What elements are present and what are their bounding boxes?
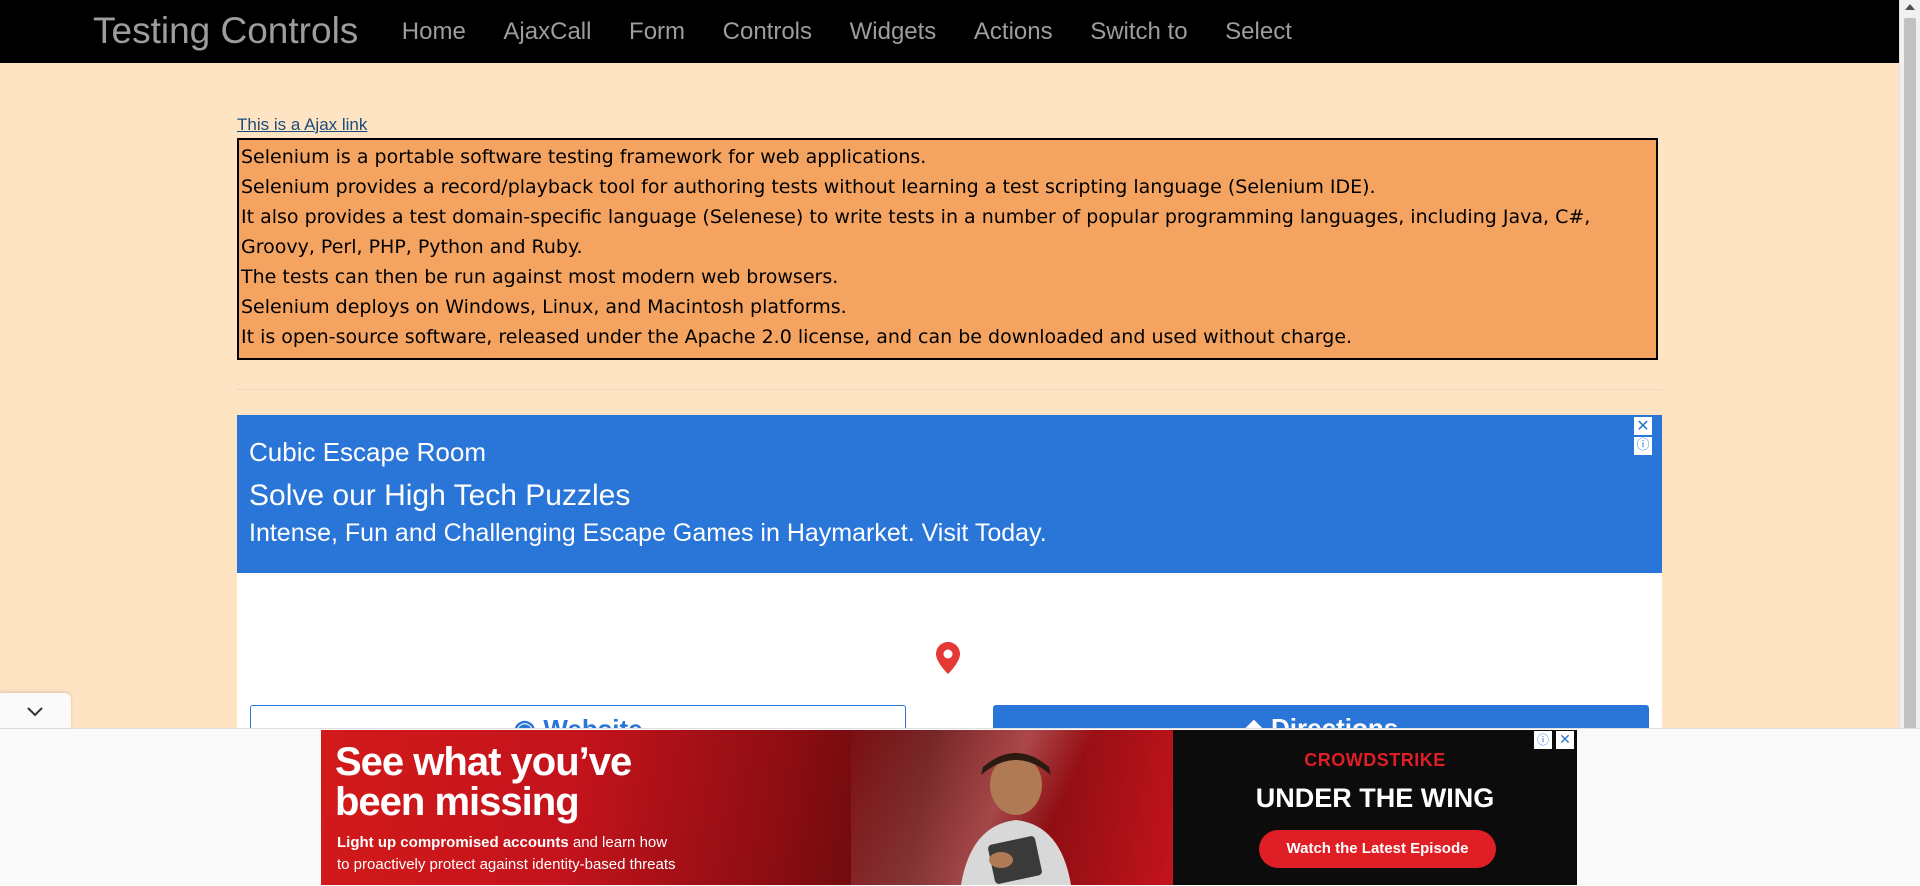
divider xyxy=(237,389,1662,390)
ad-info-icon[interactable]: ⓘ xyxy=(1634,437,1652,455)
selenium-text-line: Groovy, Perl, PHP, Python and Ruby. xyxy=(241,236,583,258)
banner-subtext-rest: and learn how xyxy=(568,834,668,851)
selenium-text-line: Selenium provides a record/playback tool… xyxy=(241,176,1376,198)
nav-link-switch-to[interactable]: Switch to xyxy=(1071,18,1206,46)
selenium-text-line: Selenium deploys on Windows, Linux, and … xyxy=(241,296,847,318)
ad-header[interactable]: Cubic Escape Room Solve our High Tech Pu… xyxy=(237,415,1662,573)
banner-title: UNDER THE WING xyxy=(1255,783,1495,813)
banner-info-icon[interactable]: ⓘ xyxy=(1534,731,1552,749)
selenium-text-line: It also provides a test domain-specific … xyxy=(241,206,1591,228)
nav-link-select[interactable]: Select xyxy=(1206,18,1310,46)
crowdstrike-banner-ad[interactable]: See what you’ve been missing Light up co… xyxy=(321,730,1577,885)
display-ad[interactable]: Cubic Escape Room Solve our High Tech Pu… xyxy=(237,415,1662,728)
selenium-text-line: Selenium is a portable software testing … xyxy=(241,146,927,168)
nav-link-controls[interactable]: Controls xyxy=(704,18,831,46)
nav-link-ajaxcall[interactable]: AjaxCall xyxy=(485,18,611,46)
vertical-scrollbar[interactable] xyxy=(1899,0,1920,753)
collapse-ad-button[interactable] xyxy=(0,693,71,728)
banner-subtext: Light up compromised accounts and learn … xyxy=(337,832,676,876)
banner-right-panel[interactable]: CROWDSTRIKE UNDER THE WING Watch the Lat… xyxy=(1173,730,1577,885)
map-pin-icon xyxy=(936,642,960,674)
ad-directions-label: Directions xyxy=(1271,713,1399,728)
ad-website-label: Website xyxy=(543,714,642,728)
ad-description[interactable]: Intense, Fun and Challenging Escape Game… xyxy=(249,519,1047,548)
nav-link-widgets[interactable]: Widgets xyxy=(831,18,955,46)
chevron-down-icon xyxy=(27,707,43,717)
ad-close-icon[interactable]: ✕ xyxy=(1634,417,1652,435)
watch-episode-button[interactable]: Watch the Latest Episode xyxy=(1259,830,1496,868)
nav-link-home[interactable]: Home xyxy=(383,18,485,46)
banner-subtext-bold: Light up compromised accounts xyxy=(337,834,569,851)
ad-directions-button[interactable]: ◆ Directions xyxy=(993,705,1649,728)
globe-icon: ◉ xyxy=(513,714,543,728)
banner-headline-line2: been missing xyxy=(335,780,580,824)
brand-title[interactable]: Testing Controls xyxy=(93,10,358,52)
banner-close-icon[interactable]: ✕ xyxy=(1556,731,1574,749)
banner-headline[interactable]: See what you’ve been missing xyxy=(335,740,632,824)
ad-website-button[interactable]: ◉ Website xyxy=(250,705,906,728)
selenium-description-box: Selenium is a portable software testing … xyxy=(237,138,1658,360)
selenium-text-line: It is open-source software, released und… xyxy=(241,326,1353,348)
nav-link-actions[interactable]: Actions xyxy=(955,18,1071,46)
ad-headline[interactable]: Solve our High Tech Puzzles xyxy=(249,479,630,513)
scrollbar-thumb[interactable] xyxy=(1904,18,1916,753)
top-navbar: Testing Controls Home AjaxCall Form Cont… xyxy=(0,0,1900,63)
banner-left-panel[interactable]: See what you’ve been missing Light up co… xyxy=(321,730,1181,885)
ad-advertiser-name[interactable]: Cubic Escape Room xyxy=(249,437,486,468)
directions-icon: ◆ xyxy=(1243,713,1272,728)
nav-links: Home AjaxCall Form Controls Widgets Acti… xyxy=(383,0,1311,63)
ajax-link[interactable]: This is a Ajax link xyxy=(237,115,367,135)
selenium-text-line: The tests can then be run against most m… xyxy=(241,266,839,288)
nav-link-form[interactable]: Form xyxy=(610,18,704,46)
banner-headline-line1: See what you’ve xyxy=(335,740,632,784)
banner-subtext-line2: to proactively protect against identity-… xyxy=(337,856,676,873)
person-with-tablet-image xyxy=(961,753,1071,885)
crowdstrike-logo: CROWDSTRIKE xyxy=(1304,750,1446,770)
scroll-up-arrow-icon[interactable] xyxy=(1905,4,1915,10)
